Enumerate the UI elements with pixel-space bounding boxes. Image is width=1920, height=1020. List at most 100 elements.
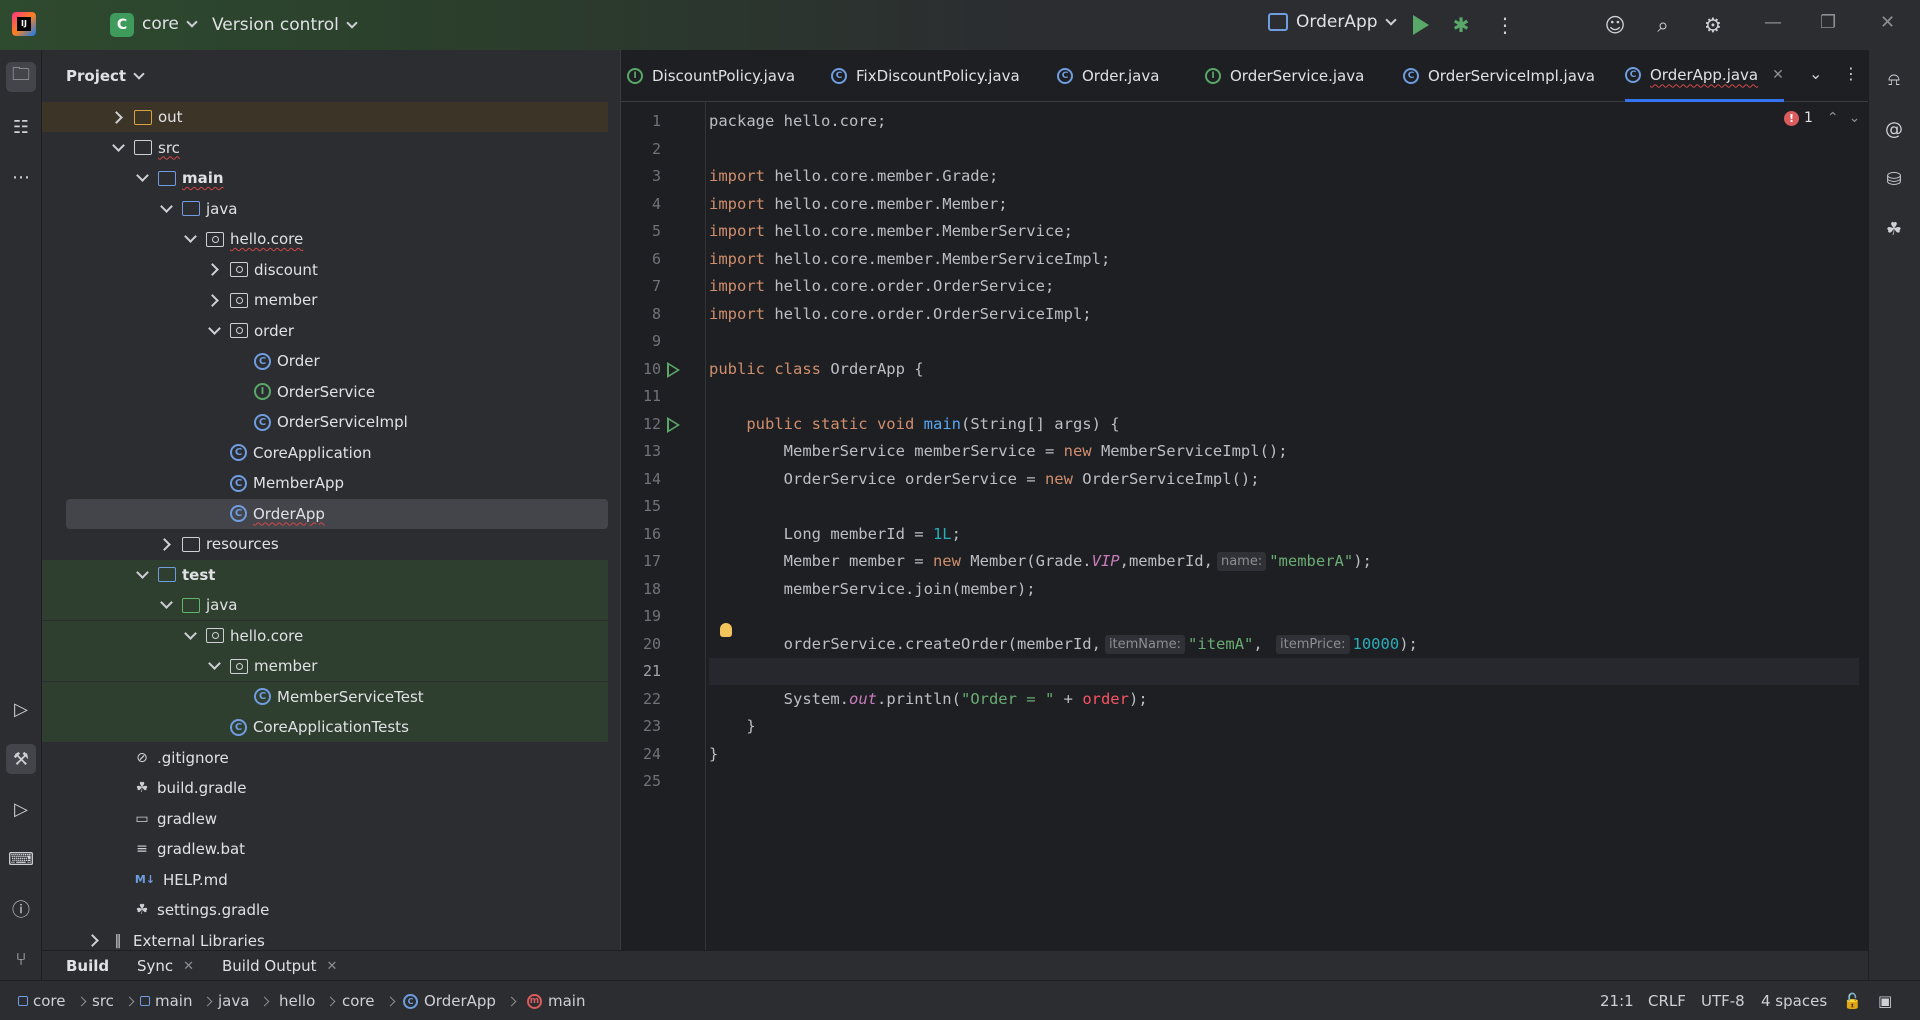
build-tab[interactable]: Sync ✕ [137, 957, 194, 975]
git-tool-button[interactable]: ⑂ [6, 944, 36, 974]
breadcrumb-item[interactable]: core [18, 992, 86, 1010]
project-panel-header[interactable]: Project [42, 50, 620, 102]
tree-item[interactable]: out [42, 102, 608, 132]
database-tool-button[interactable]: ⛁ [1879, 164, 1909, 194]
error-indicator[interactable]: ! 1 ⌃ ⌄ [1784, 110, 1860, 126]
tab-list-button[interactable]: ⌄ [1809, 64, 1822, 83]
close-tab-icon[interactable]: ✕ [183, 959, 194, 974]
tree-item[interactable]: ⊘ .gitignore [42, 743, 608, 773]
run-button[interactable] [1408, 12, 1434, 38]
chevron-right-icon[interactable] [158, 536, 174, 552]
tree-item[interactable]: discount [42, 255, 608, 285]
close-tab-icon[interactable]: ✕ [327, 959, 338, 974]
debug-button[interactable]: ✱ [1448, 12, 1474, 38]
chevron-right-icon[interactable] [110, 109, 126, 125]
chevron-down-icon[interactable] [182, 231, 198, 247]
chevron-down-icon[interactable] [158, 201, 174, 217]
more-actions-button[interactable]: ⋮ [1492, 12, 1518, 38]
editor-gutter[interactable]: 1 2 3 4 5 6 7 8 9 10 11 12 13 14 15 16 17 18 19 20 21 22 23 24 2… [621, 102, 706, 950]
breadcrumb-item[interactable]: main [140, 992, 213, 1010]
tree-item[interactable]: C CoreApplication [42, 438, 608, 468]
chevron-down-icon[interactable] [158, 597, 174, 613]
chevron-down-icon[interactable]: ⌄ [1849, 110, 1861, 126]
breadcrumb-item[interactable]: m main [527, 992, 585, 1010]
memory-indicator-icon[interactable]: ▣ [1878, 992, 1892, 1010]
tree-item[interactable]: member [42, 285, 608, 315]
more-tools-button[interactable]: ⋯ [6, 162, 36, 192]
run-configuration-selector[interactable]: OrderApp [1268, 12, 1397, 32]
line-separator[interactable]: CRLF [1648, 992, 1686, 1010]
tree-item[interactable]: src [42, 133, 608, 163]
breadcrumb-item[interactable]: src [92, 992, 135, 1010]
build-tab[interactable]: Build Output ✕ [222, 957, 337, 975]
tree-item[interactable]: ☘ build.gradle [42, 773, 608, 803]
tree-item[interactable]: ▭ gradlew [42, 804, 608, 834]
project-badge[interactable]: C [110, 13, 134, 37]
restore-button[interactable]: ❐ [1820, 12, 1836, 33]
terminal-tool-button[interactable]: ⌨ [6, 844, 36, 874]
breadcrumb-item[interactable]: core [342, 992, 395, 1010]
tree-item[interactable]: member [42, 651, 608, 681]
structure-tool-button[interactable]: ☷ [6, 112, 36, 142]
run-tool-button[interactable]: ▷ [6, 794, 36, 824]
tree-item[interactable]: resources [42, 529, 608, 559]
gradle-tool-button[interactable]: ☘ [1879, 214, 1909, 244]
tree-item[interactable]: java [42, 590, 608, 620]
chevron-down-icon[interactable] [182, 628, 198, 644]
project-widget[interactable]: core [142, 14, 198, 34]
chevron-down-icon[interactable] [206, 658, 222, 674]
close-window-button[interactable]: ✕ [1880, 12, 1895, 33]
minimize-button[interactable]: — [1764, 12, 1782, 33]
intellij-logo-icon[interactable]: IJ [12, 12, 36, 36]
tree-item[interactable]: C MemberServiceTest [42, 681, 608, 712]
chevron-down-icon[interactable] [206, 323, 222, 339]
chevron-up-icon[interactable]: ⌃ [1827, 110, 1839, 126]
lock-icon[interactable]: 🔓 [1843, 992, 1862, 1010]
chevron-right-icon[interactable] [206, 262, 222, 278]
build-tab[interactable]: Build [66, 957, 109, 975]
chevron-right-icon[interactable] [206, 292, 222, 308]
tree-item[interactable]: C Order [42, 346, 608, 376]
project-tool-button[interactable]: 🗀 [6, 62, 36, 92]
file-encoding[interactable]: UTF-8 [1701, 992, 1745, 1010]
code-with-me-button[interactable]: ☺ [1602, 12, 1628, 38]
tree-item[interactable]: C MemberApp [42, 468, 608, 498]
tree-item[interactable]: C OrderApp [66, 498, 608, 529]
chevron-right-icon[interactable] [86, 933, 102, 949]
settings-button[interactable]: ⚙ [1700, 12, 1726, 38]
chevron-down-icon[interactable] [134, 170, 150, 186]
editor-tab[interactable]: C OrderApp.java ✕ [1625, 50, 1784, 102]
ai-assistant-tool-button[interactable]: @ [1879, 114, 1909, 144]
notifications-tool-button[interactable]: ⍾ [1879, 64, 1909, 94]
tree-item[interactable]: test [42, 559, 608, 590]
tab-more-button[interactable]: ⋮ [1843, 64, 1859, 83]
tree-item[interactable]: ≡ gradlew.bat [42, 834, 608, 864]
close-tab-icon[interactable]: ✕ [1772, 67, 1784, 83]
editor-tab[interactable]: C OrderServiceImpl.java [1403, 50, 1595, 102]
problems-tool-button[interactable]: ⓘ [6, 894, 36, 924]
tree-item[interactable]: C CoreApplicationTests [42, 712, 608, 742]
indent-setting[interactable]: 4 spaces [1761, 992, 1827, 1010]
editor-tab[interactable]: I OrderService.java [1205, 50, 1364, 102]
tree-item[interactable]: M↓ HELP.md [42, 865, 608, 895]
editor-tab[interactable]: C Order.java [1057, 50, 1159, 102]
version-control-widget[interactable]: Version control [212, 15, 358, 35]
editor-tab[interactable]: C FixDiscountPolicy.java [831, 50, 1020, 102]
services-tool-button[interactable]: ▷ [6, 694, 36, 724]
tree-item[interactable]: I OrderService [42, 377, 608, 407]
tree-item[interactable]: ☘ settings.gradle [42, 895, 608, 925]
tree-item[interactable]: C OrderServiceImpl [42, 407, 608, 437]
tree-item[interactable]: order [42, 316, 608, 346]
tree-item[interactable]: main [42, 163, 608, 193]
editor-tab[interactable]: I DiscountPolicy.java [627, 50, 795, 102]
code-area[interactable]: package hello.core; import hello.core.mem… [709, 102, 1859, 950]
caret-position[interactable]: 21:1 [1600, 992, 1634, 1010]
search-button[interactable]: ⌕ [1650, 12, 1676, 38]
breadcrumb-item[interactable]: C OrderApp [403, 992, 517, 1010]
tree-item[interactable]: java [42, 194, 608, 224]
tree-item[interactable]: hello.core [42, 620, 608, 651]
tree-item[interactable]: hello.core [42, 224, 608, 254]
breadcrumb-item[interactable]: hello [279, 992, 336, 1010]
main-menu-icon[interactable] [62, 14, 84, 34]
build-tool-button[interactable]: ⚒ [6, 744, 36, 774]
